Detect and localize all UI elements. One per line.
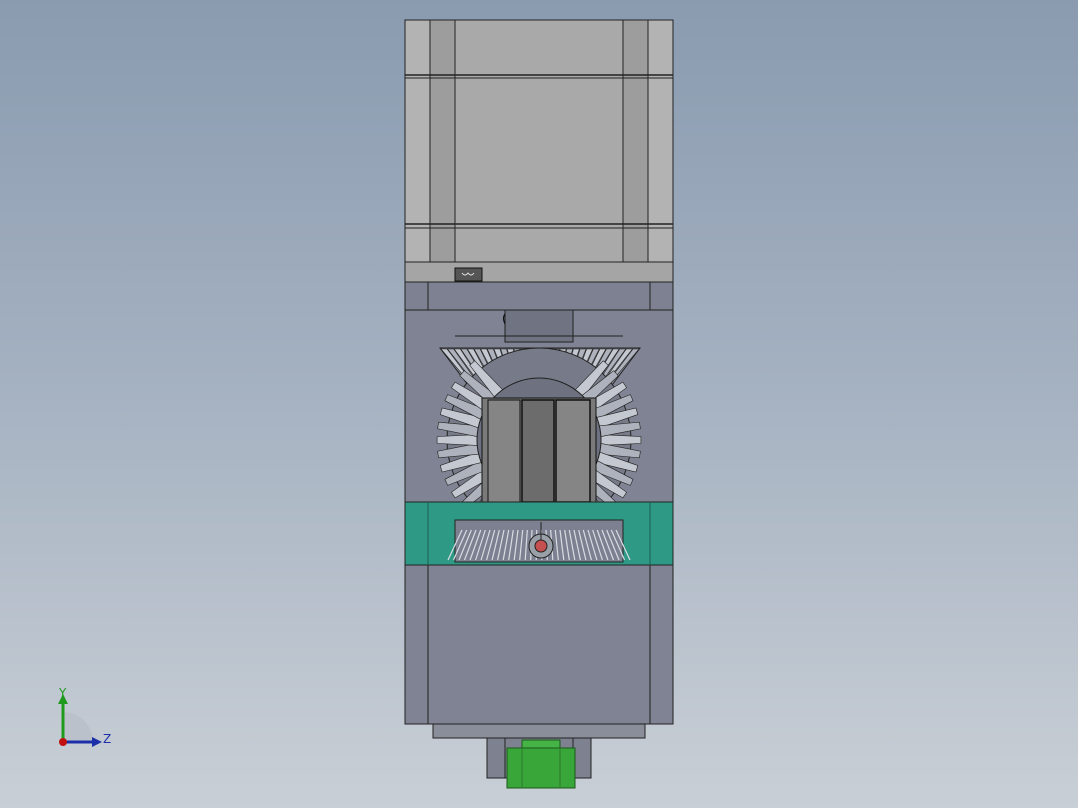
cad-viewport[interactable]: Y Z — [0, 0, 1078, 808]
motor-shaft-hub — [504, 309, 574, 343]
mounting-bracket[interactable] — [404, 501, 674, 566]
motor-fin-right-inner — [622, 19, 649, 263]
motor-flange — [404, 281, 674, 311]
triad-quadrant — [63, 712, 93, 742]
axis-z-label: Z — [103, 732, 112, 746]
motor-end-cap — [404, 261, 674, 283]
motor-fin-left-inner — [429, 19, 456, 263]
gear-hub-block[interactable] — [481, 397, 597, 503]
orientation-triad[interactable]: Y Z — [40, 682, 130, 762]
motor-fin-right-outer — [647, 19, 674, 263]
x-axis-dot — [59, 738, 67, 746]
gearbox-model[interactable] — [0, 0, 1078, 808]
crown-tooth — [436, 434, 478, 446]
stepper-motor[interactable] — [404, 19, 674, 283]
motor-connector[interactable] — [454, 267, 483, 282]
motor-fin-left-outer — [404, 19, 431, 263]
housing-lower — [404, 564, 674, 725]
axis-y-label: Y — [59, 686, 67, 700]
crown-tooth — [600, 434, 642, 446]
triad-axes — [58, 694, 102, 747]
